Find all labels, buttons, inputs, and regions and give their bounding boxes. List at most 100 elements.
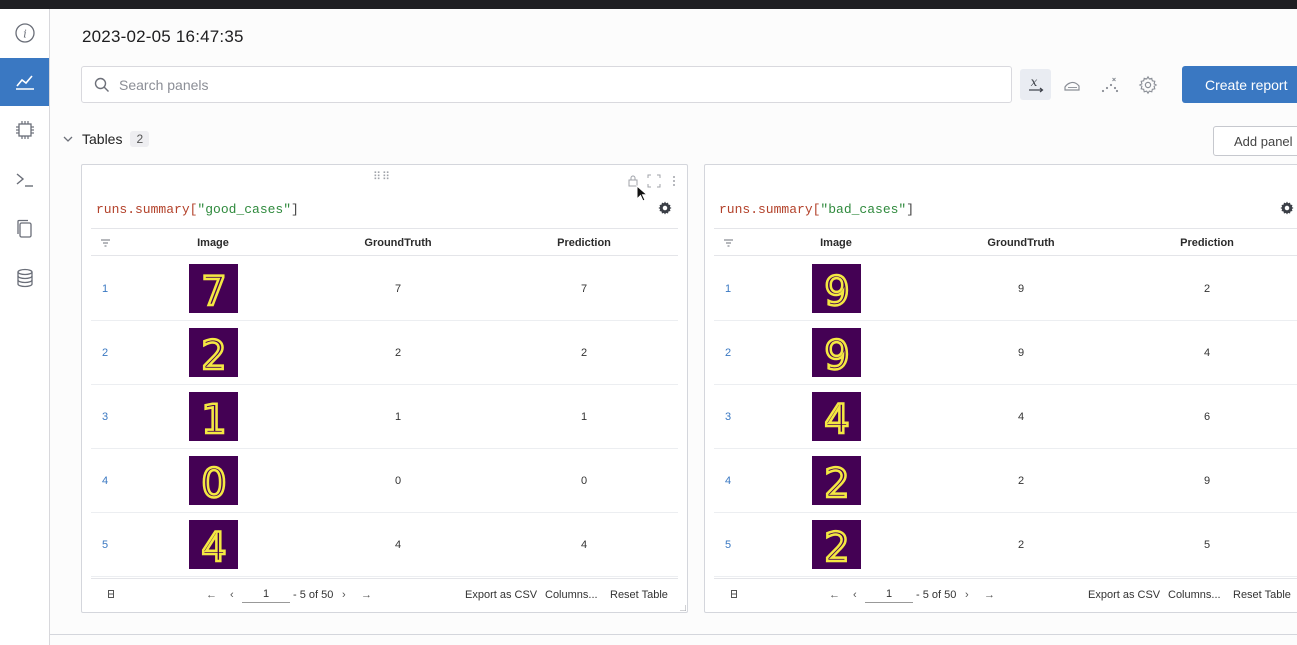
column-header-prediction[interactable]: Prediction — [557, 237, 611, 249]
reset-table-button[interactable]: Reset Table — [1233, 589, 1291, 601]
column-header-groundtruth[interactable]: GroundTruth — [364, 237, 431, 249]
table-footer: ← ‹ 1 - 5 of 50 › → Export as CSV Column… — [714, 578, 1297, 608]
last-page-arrow-icon[interactable]: → — [361, 589, 372, 601]
svg-text:9: 9 — [824, 333, 849, 377]
page-range: - 5 of 50 — [916, 589, 957, 601]
section-header[interactable]: Tables 2 — [62, 131, 150, 147]
resize-handle-icon[interactable] — [680, 605, 686, 611]
svg-text:9: 9 — [824, 269, 849, 313]
column-header-image[interactable]: Image — [197, 237, 229, 249]
page-number-input[interactable]: 1 — [242, 585, 290, 603]
row-index[interactable]: 3 — [725, 411, 731, 423]
chevron-down-icon[interactable] — [62, 133, 74, 145]
table-row: 2 2 2 2 — [91, 321, 678, 385]
previous-page-chevron-icon[interactable]: ‹ — [853, 589, 857, 601]
prediction-cell: 4 — [1203, 347, 1211, 359]
table-footer: ← ‹ 1 - 5 of 50 › → Export as CSV Column… — [91, 578, 678, 608]
section-divider — [50, 634, 1297, 635]
panel-count-badge: 2 — [130, 131, 150, 147]
line-chart-icon — [15, 75, 34, 90]
outliers-button[interactable] — [1094, 69, 1125, 100]
svg-text:2: 2 — [201, 333, 226, 377]
add-panel-button[interactable]: Add panel — [1213, 126, 1297, 156]
next-page-chevron-icon[interactable]: › — [965, 589, 969, 601]
drag-handle-icon[interactable]: ⠿⠿ — [373, 172, 391, 183]
sidebar-item-files[interactable] — [0, 205, 49, 253]
row-index[interactable]: 5 — [102, 539, 108, 551]
sidebar-item-system[interactable] — [0, 106, 49, 154]
mnist-digit-image[interactable]: 7 — [189, 264, 238, 313]
search-bar[interactable] — [81, 66, 1012, 103]
first-page-arrow-icon[interactable]: ← — [206, 589, 217, 601]
column-header-image[interactable]: Image — [820, 237, 852, 249]
section-title: Tables — [82, 131, 123, 147]
last-page-arrow-icon[interactable]: → — [984, 589, 995, 601]
svg-text:4: 4 — [201, 525, 226, 569]
table-row: 1 9 9 2 — [714, 257, 1297, 321]
more-options-icon[interactable] — [672, 174, 676, 188]
filter-icon[interactable] — [724, 239, 733, 247]
sidebar-item-artifacts[interactable] — [0, 254, 49, 302]
gear-icon[interactable] — [1279, 200, 1295, 216]
row-index[interactable]: 3 — [102, 411, 108, 423]
mnist-digit-image[interactable]: 4 — [812, 392, 861, 441]
sidebar-item-charts[interactable] — [0, 58, 49, 106]
prediction-cell: 5 — [1203, 539, 1211, 551]
page-number-input[interactable]: 1 — [865, 585, 913, 603]
mnist-digit-image[interactable]: 4 — [189, 520, 238, 569]
panel-title: runs.summary["good_cases"] — [96, 202, 299, 217]
previous-page-chevron-icon[interactable]: ‹ — [230, 589, 234, 601]
svg-text:2: 2 — [824, 525, 849, 569]
smoothing-button[interactable] — [1056, 69, 1087, 100]
x-axis-button[interactable]: x — [1020, 69, 1051, 100]
create-report-button[interactable]: Create report — [1182, 66, 1297, 103]
filter-icon[interactable] — [101, 239, 110, 247]
gear-icon[interactable] — [657, 200, 673, 216]
table-row: 4 2 2 9 — [714, 449, 1297, 513]
fullscreen-icon[interactable] — [647, 174, 661, 188]
table-panel-bad-cases: runs.summary["bad_cases"] Image GroundTr… — [704, 164, 1297, 613]
reset-table-button[interactable]: Reset Table — [610, 589, 668, 601]
mnist-digit-image[interactable]: 2 — [189, 328, 238, 377]
export-csv-button[interactable]: Export as CSV — [465, 589, 537, 601]
mnist-digit-image[interactable]: 1 — [189, 392, 238, 441]
table-row: 4 0 0 0 — [91, 449, 678, 513]
sidebar-item-overview[interactable]: i — [0, 9, 49, 57]
row-index[interactable]: 1 — [725, 283, 731, 295]
search-input[interactable] — [119, 76, 979, 93]
mnist-digit-image[interactable]: 2 — [812, 456, 861, 505]
first-page-arrow-icon[interactable]: ← — [829, 589, 840, 601]
panel-settings-button[interactable] — [1132, 69, 1163, 100]
sidebar-item-logs[interactable] — [0, 156, 49, 204]
column-header-prediction[interactable]: Prediction — [1180, 237, 1234, 249]
export-csv-button[interactable]: Export as CSV — [1088, 589, 1160, 601]
x-axis-icon: x — [1028, 75, 1043, 92]
row-height-icon[interactable] — [731, 590, 737, 598]
prediction-cell: 0 — [580, 475, 588, 487]
table-row: 1 7 7 7 — [91, 257, 678, 321]
columns-button[interactable]: Columns... — [545, 589, 598, 601]
run-timestamp: 2023-02-05 16:47:35 — [82, 27, 244, 46]
row-index[interactable]: 4 — [102, 475, 108, 487]
columns-button[interactable]: Columns... — [1168, 589, 1221, 601]
row-index[interactable]: 1 — [102, 283, 108, 295]
column-header-groundtruth[interactable]: GroundTruth — [987, 237, 1054, 249]
mnist-digit-image[interactable]: 0 — [189, 456, 238, 505]
prediction-cell: 7 — [580, 283, 588, 295]
mnist-digit-image[interactable]: 9 — [812, 328, 861, 377]
row-height-icon[interactable] — [108, 590, 114, 598]
groundtruth-cell: 4 — [1017, 411, 1025, 423]
row-index[interactable]: 2 — [725, 347, 731, 359]
mnist-digit-image[interactable]: 9 — [812, 264, 861, 313]
mnist-digit-image[interactable]: 2 — [812, 520, 861, 569]
row-index[interactable]: 5 — [725, 539, 731, 551]
row-index[interactable]: 2 — [102, 347, 108, 359]
terminal-icon — [16, 173, 33, 187]
prediction-cell: 2 — [1203, 283, 1211, 295]
search-icon — [94, 77, 109, 92]
table-row: 3 4 4 6 — [714, 385, 1297, 449]
row-index[interactable]: 4 — [725, 475, 731, 487]
groundtruth-cell: 2 — [394, 347, 402, 359]
next-page-chevron-icon[interactable]: › — [342, 589, 346, 601]
panel-title: runs.summary["bad_cases"] — [719, 202, 915, 217]
